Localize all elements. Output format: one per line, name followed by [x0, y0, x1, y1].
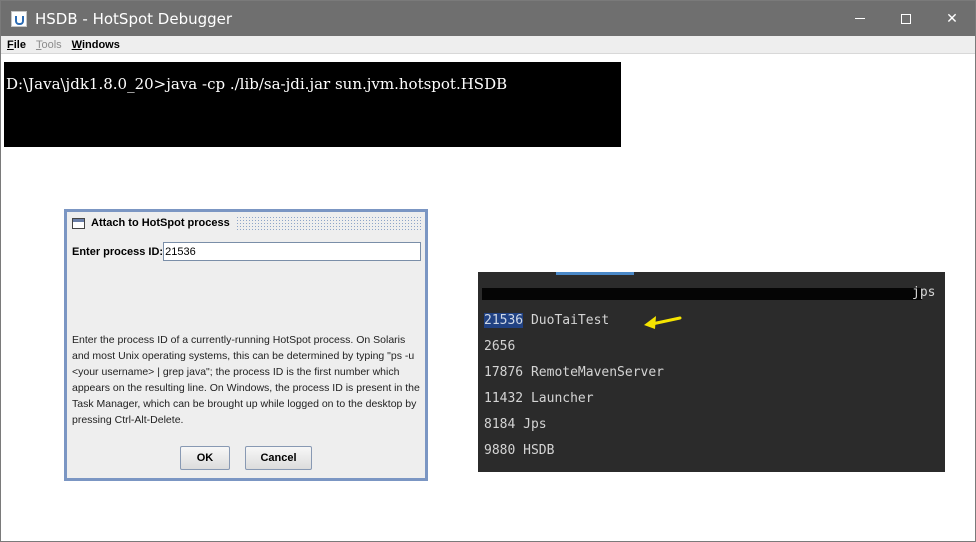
help-text: Enter the process ID of a currently-runn… — [72, 334, 420, 426]
pid-row: Enter process ID: 21536 — [72, 242, 422, 261]
pid-input[interactable]: 21536 — [163, 242, 422, 261]
highlighted-pid: 21536 — [484, 313, 524, 328]
terminal-line: 8184 Jps — [484, 417, 547, 432]
attach-dialog: Attach to HotSpot process Enter process … — [64, 209, 428, 481]
menu-tools[interactable]: Tools — [36, 39, 62, 51]
terminal-tab-indicator — [556, 272, 634, 275]
menu-file[interactable]: File — [7, 39, 26, 51]
dialog-title: Attach to HotSpot process — [91, 217, 230, 229]
terminal-line: 11432 Launcher — [484, 391, 594, 406]
java-cup-icon — [11, 10, 27, 27]
terminal-line: 17876 RemoteMavenServer — [484, 365, 665, 380]
redacted-path — [482, 288, 922, 300]
close-icon: ✕ — [946, 10, 958, 27]
console-command: D:\Java\jdk1.8.0_20>java -cp ./lib/sa-jd… — [4, 62, 621, 147]
cancel-button[interactable]: Cancel — [245, 446, 312, 470]
menu-windows[interactable]: Windows — [72, 39, 120, 51]
dialog-body: Enter process ID: 21536 Enter the proces… — [67, 234, 425, 478]
close-button[interactable]: ✕ — [929, 1, 975, 36]
arrow-annotation-icon — [644, 316, 682, 329]
dialog-title-bar[interactable]: Attach to HotSpot process — [67, 212, 425, 234]
pid-label: Enter process ID: — [72, 245, 164, 258]
terminal-line-highlight: 21536 DuoTaiTest — [484, 313, 609, 328]
terminal-command: jps — [912, 285, 936, 300]
title-bar[interactable]: HSDB - HotSpot Debugger ✕ — [1, 1, 975, 36]
window-controls: ✕ — [837, 1, 975, 36]
terminal-line: 2656 — [484, 339, 516, 354]
terminal-line: 9880 HSDB — [484, 443, 555, 458]
jps-terminal: jps 21536 DuoTaiTest 2656 17876 RemoteMa… — [478, 272, 945, 472]
highlighted-name: DuoTaiTest — [523, 313, 610, 328]
ok-button[interactable]: OK — [180, 446, 230, 470]
minimize-button[interactable] — [837, 1, 883, 36]
window-icon — [72, 217, 85, 229]
menu-bar: File Tools Windows — [1, 36, 975, 54]
minimize-icon — [855, 18, 865, 19]
window-title: HSDB - HotSpot Debugger — [35, 9, 233, 28]
maximize-button[interactable] — [883, 1, 929, 36]
maximize-icon — [901, 13, 911, 24]
title-stipple — [235, 216, 421, 230]
